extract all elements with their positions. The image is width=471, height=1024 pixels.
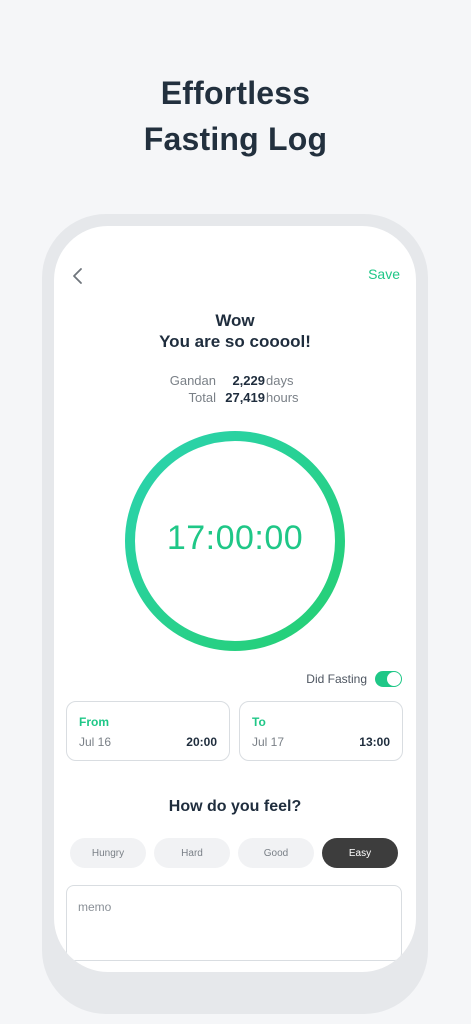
stat-label: Total xyxy=(188,390,216,405)
feel-options: Hungry Hard Good Easy xyxy=(70,838,400,868)
congrats-message: Wow You are so cooool! xyxy=(54,310,416,352)
did-fasting-label: Did Fasting xyxy=(306,672,367,686)
fasting-stats: Gandan 2,229 days Total 27,419 hours xyxy=(54,372,416,406)
memo-input[interactable]: memo xyxy=(66,885,402,961)
from-date: Jul 16 xyxy=(79,735,112,749)
feel-title: How do you feel? xyxy=(168,798,302,815)
timer-display: 17:00:00 xyxy=(166,519,304,557)
from-time: 20:00 xyxy=(186,735,217,749)
feel-chip-easy[interactable]: Easy xyxy=(322,838,398,868)
save-button[interactable]: Save xyxy=(368,266,400,282)
feel-chip-good[interactable]: Good xyxy=(238,838,314,868)
to-time: 13:00 xyxy=(359,735,390,749)
stat-value: 2,229 xyxy=(232,373,265,388)
congrats-line-2: You are so cooool! xyxy=(159,332,311,351)
congrats-line-1: Wow xyxy=(215,311,255,330)
top-bar: Save xyxy=(54,262,416,290)
back-button[interactable] xyxy=(64,262,92,290)
toggle-knob xyxy=(387,672,401,686)
stat-value: 27,419 xyxy=(225,390,265,405)
to-title: To xyxy=(252,715,266,729)
stat-unit: hours xyxy=(266,390,299,405)
chevron-left-icon xyxy=(73,268,82,284)
promo-headline: Effortless Fasting Log xyxy=(0,70,471,162)
to-date: Jul 17 xyxy=(252,735,285,749)
memo-placeholder: memo xyxy=(78,900,112,914)
feel-chip-hard[interactable]: Hard xyxy=(154,838,230,868)
stat-label: Gandan xyxy=(169,373,216,388)
promo-headline-line-2: Fasting Log xyxy=(143,121,328,157)
to-time-card[interactable]: To Jul 17 13:00 xyxy=(239,701,403,761)
from-title: From xyxy=(79,715,109,729)
stat-row-hours: Total 27,419 hours xyxy=(54,389,416,406)
page: Effortless Fasting Log Save Wow You are … xyxy=(0,0,471,1024)
promo-headline-line-1: Effortless xyxy=(160,75,311,111)
feel-chip-hungry[interactable]: Hungry xyxy=(70,838,146,868)
from-time-card[interactable]: From Jul 16 20:00 xyxy=(66,701,230,761)
did-fasting-toggle[interactable] xyxy=(375,671,402,687)
did-fasting-row: Did Fasting xyxy=(306,670,402,688)
stat-unit: days xyxy=(266,373,294,388)
phone-screen: Save Wow You are so cooool! Gandan 2,229… xyxy=(54,226,416,972)
stat-row-days: Gandan 2,229 days xyxy=(54,372,416,389)
